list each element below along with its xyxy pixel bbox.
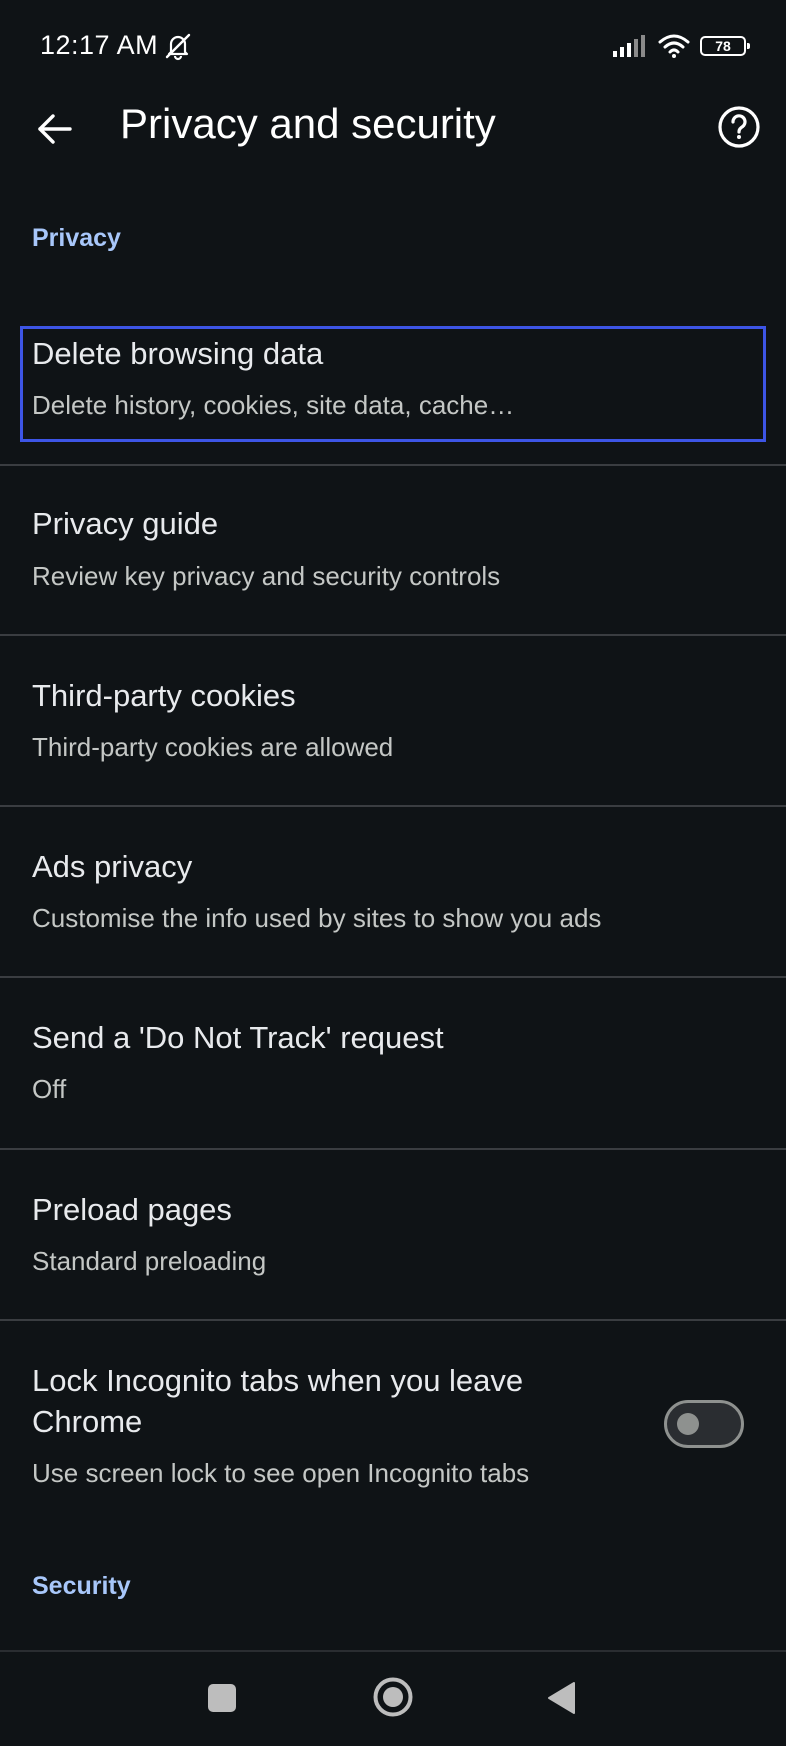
setting-subtitle: Standard preloading xyxy=(32,1246,267,1276)
back-triangle-icon[interactable] xyxy=(546,1680,576,1716)
setting-title: Third-party cookies xyxy=(32,678,296,713)
home-circle-icon[interactable] xyxy=(372,1676,414,1718)
setting-ads-privacy[interactable]: Ads privacy Customise the info used by s… xyxy=(0,807,786,978)
section-header-privacy: Privacy xyxy=(32,224,121,252)
section-header-security: Security xyxy=(32,1572,131,1600)
toggle-knob xyxy=(677,1413,699,1435)
lock-incognito-toggle[interactable] xyxy=(664,1400,744,1448)
setting-title: Privacy guide xyxy=(32,506,219,541)
focus-highlight xyxy=(20,326,766,442)
battery-level: 78 xyxy=(715,38,731,54)
arrow-back-icon[interactable] xyxy=(34,108,76,150)
mute-icon xyxy=(165,33,191,61)
setting-title: Send a 'Do Not Track' request xyxy=(32,1020,444,1055)
recents-square-icon[interactable] xyxy=(208,1684,236,1712)
setting-preload-pages[interactable]: Preload pages Standard preloading xyxy=(0,1150,786,1321)
setting-title: Preload pages xyxy=(32,1192,232,1227)
setting-subtitle: Off xyxy=(32,1074,67,1104)
setting-third-party-cookies[interactable]: Third-party cookies Third-party cookies … xyxy=(0,636,786,807)
status-icons: 78 xyxy=(612,32,750,60)
setting-title-line1: Lock Incognito tabs when you leave xyxy=(32,1363,524,1398)
setting-do-not-track[interactable]: Send a 'Do Not Track' request Off xyxy=(0,978,786,1150)
setting-lock-incognito-tabs[interactable]: Lock Incognito tabs when you leave Chrom… xyxy=(0,1321,786,1501)
setting-subtitle: Use screen lock to see open Incognito ta… xyxy=(32,1458,530,1488)
setting-privacy-guide[interactable]: Privacy guide Review key privacy and sec… xyxy=(0,466,786,636)
setting-subtitle: Customise the info used by sites to show… xyxy=(32,903,602,933)
status-time: 12:17 AM xyxy=(40,30,159,60)
setting-title: Ads privacy xyxy=(32,849,193,884)
app-bar: Privacy and security xyxy=(0,92,786,162)
system-nav-bar xyxy=(0,1650,786,1746)
battery-icon: 78 xyxy=(700,36,750,56)
page-title: Privacy and security xyxy=(120,100,496,147)
setting-subtitle: Third-party cookies are allowed xyxy=(32,732,394,762)
setting-subtitle: Review key privacy and security controls xyxy=(32,561,501,591)
wifi-icon xyxy=(658,34,690,58)
signal-icon xyxy=(613,35,645,57)
setting-title-line2: Chrome xyxy=(32,1404,143,1439)
status-bar: 12:17 AM 78 xyxy=(0,0,786,92)
help-circle-icon[interactable] xyxy=(716,104,762,150)
